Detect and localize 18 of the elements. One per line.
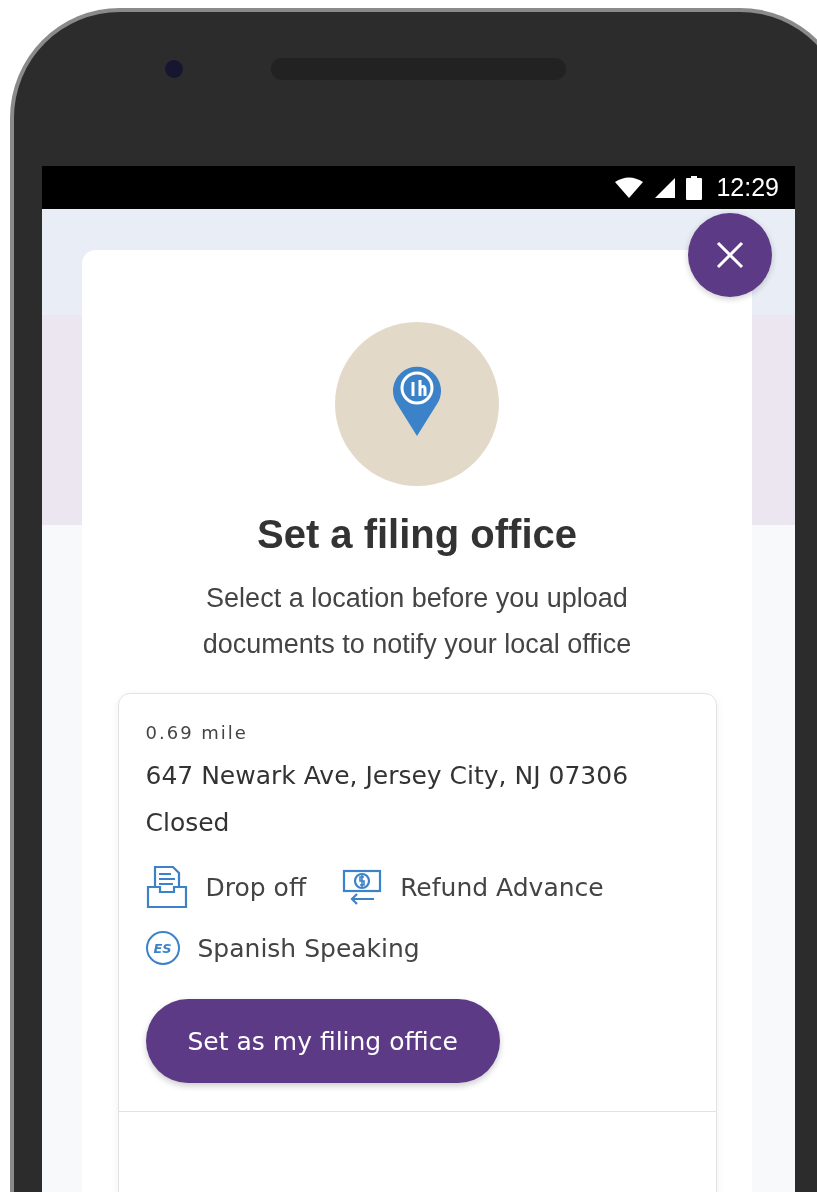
money-arrow-icon: [342, 869, 383, 905]
modal-title: Set a filing office: [256, 512, 577, 557]
office-address: 647 Newark Ave, Jersey City, NJ 07306: [145, 761, 630, 790]
status-time: 12:29: [716, 173, 779, 202]
service-label: Drop off: [205, 872, 307, 902]
signal-icon: [654, 176, 677, 199]
modal-subtitle: Select a location before you upload documents to notify your local office: [201, 582, 633, 661]
service-label: Spanish Speaking: [197, 933, 420, 963]
office-status: Closed: [145, 808, 231, 837]
language-badge-icon: ES: [145, 931, 180, 965]
close-icon: [716, 241, 744, 269]
document-tray-icon: [145, 865, 188, 909]
battery-icon: [686, 175, 703, 200]
set-office-button[interactable]: Set as my filing office: [145, 999, 500, 1083]
location-pin-icon: [392, 364, 442, 436]
office-distance: 0.69 mile: [145, 722, 249, 743]
wifi-icon: [614, 176, 645, 199]
service-label: Refund Advance: [400, 872, 604, 902]
